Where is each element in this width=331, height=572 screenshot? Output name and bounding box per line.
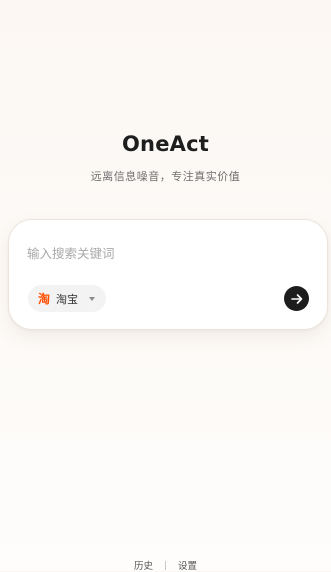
taobao-icon: 淘	[37, 291, 50, 306]
platform-selector-label: 淘宝	[56, 292, 78, 306]
app-title: OneAct	[122, 132, 209, 156]
app-tagline: 远离信息噪音，专注真实价值	[90, 170, 241, 183]
platform-selector[interactable]: 淘 淘宝	[28, 285, 106, 312]
arrow-right-icon	[290, 293, 302, 304]
settings-link[interactable]: 设置	[166, 558, 209, 572]
search-input[interactable]	[27, 240, 307, 266]
app-root: OneAct 远离信息噪音，专注真实价值 淘 淘宝 历史 设置	[0, 0, 331, 572]
footer-nav: 历史 设置	[0, 558, 331, 572]
chevron-down-icon	[89, 297, 95, 301]
search-submit-button[interactable]	[284, 286, 309, 311]
search-card: 淘 淘宝	[8, 219, 328, 330]
history-link[interactable]: 历史	[122, 558, 165, 572]
